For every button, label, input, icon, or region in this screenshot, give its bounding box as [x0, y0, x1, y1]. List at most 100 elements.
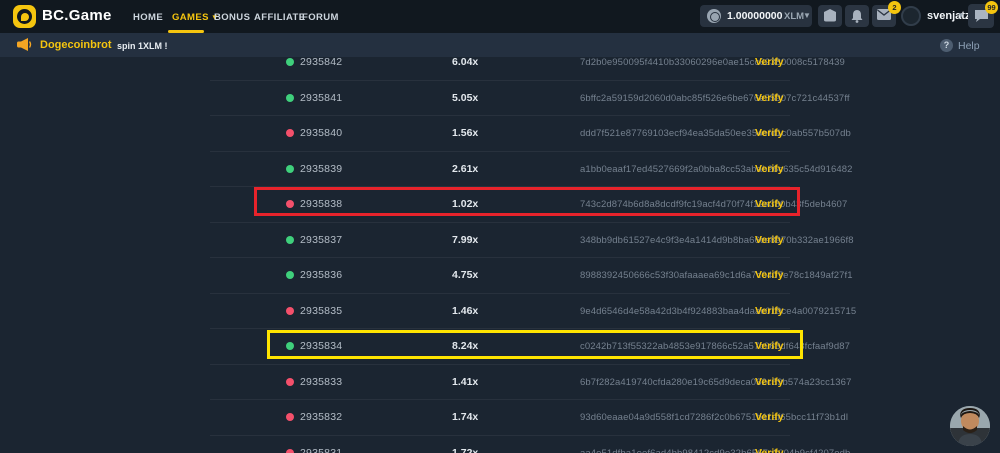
table-row: 2935832 1.74x 93d60eaae04a9d558f1cd7286f…: [0, 399, 1000, 435]
bet-id: 2935838: [300, 198, 342, 210]
row-divider: [210, 115, 790, 116]
coin-icon: [707, 9, 721, 23]
bet-id: 2935840: [300, 127, 342, 139]
bet-multiplier: 2.61x: [452, 163, 478, 175]
result-dot-icon: [286, 342, 294, 350]
bet-hash: 7d2b0e950095f4410b33060296e0ae15cc623800…: [580, 57, 845, 68]
verify-link[interactable]: Verify: [755, 56, 784, 68]
bet-hash: 743c2d874b6d8a8dcdf9fc19acf4d70f74f12a38…: [580, 199, 847, 210]
bet-id: 2935841: [300, 92, 342, 104]
bet-hash: ddd7f521e87769103ecf94ea35da50ee354efd1c…: [580, 128, 851, 139]
bcgame-logo-icon[interactable]: [13, 5, 36, 28]
nav-bonus[interactable]: BONUS: [214, 12, 250, 23]
bet-multiplier: 7.99x: [452, 234, 478, 246]
question-mark-icon: ?: [940, 39, 953, 52]
verify-link[interactable]: Verify: [755, 411, 784, 423]
row-divider: [210, 80, 790, 81]
bet-multiplier: 1.56x: [452, 127, 478, 139]
mail-badge: 2: [888, 1, 901, 14]
row-divider: [210, 222, 790, 223]
nav-forum[interactable]: FORUM: [302, 12, 339, 23]
verify-link[interactable]: Verify: [755, 234, 784, 246]
row-divider: [210, 328, 790, 329]
bet-multiplier: 6.04x: [452, 56, 478, 68]
bet-multiplier: 1.41x: [452, 376, 478, 388]
chevron-down-icon: ▼: [957, 11, 965, 20]
balance-amount: 1.00000000: [727, 10, 782, 22]
wallet-button[interactable]: [818, 5, 842, 27]
nav-home[interactable]: HOME: [133, 12, 163, 23]
verify-link[interactable]: Verify: [755, 447, 784, 453]
wallet-icon: [823, 9, 837, 22]
bell-icon: [850, 9, 864, 23]
verify-link[interactable]: Verify: [755, 92, 784, 104]
bet-multiplier: 5.05x: [452, 92, 478, 104]
table-row: 2935838 1.02x 743c2d874b6d8a8dcdf9fc19ac…: [0, 186, 1000, 222]
result-dot-icon: [286, 58, 294, 66]
bet-id: 2935839: [300, 163, 342, 175]
user-avatar[interactable]: [901, 6, 921, 26]
verify-link[interactable]: Verify: [755, 305, 784, 317]
verify-link[interactable]: Verify: [755, 198, 784, 210]
bet-id: 2935836: [300, 269, 342, 281]
bet-multiplier: 1.74x: [452, 411, 478, 423]
bet-id: 2935842: [300, 56, 342, 68]
result-dot-icon: [286, 94, 294, 102]
bet-multiplier: 1.72x: [452, 447, 478, 453]
table-row: 2935837 7.99x 348bb9db61527e4c9f3e4a1414…: [0, 222, 1000, 258]
table-row: 2935840 1.56x ddd7f521e87769103ecf94ea35…: [0, 115, 1000, 151]
verify-link[interactable]: Verify: [755, 376, 784, 388]
table-row: 2935841 5.05x 6bffc2a59159d2060d0abc85f5…: [0, 80, 1000, 116]
table-row: 2935831 1.72x aa4e51dfba1eef6ad4bb98412c…: [0, 435, 1000, 453]
announcement-bar: Dogecoinbrot spin 1XLM ! ? Help: [0, 33, 1000, 57]
bet-hash: c0242b713f55322ab4853e917866c52a57c963df…: [580, 341, 850, 352]
logo-pupil-shape: [21, 13, 29, 21]
result-dot-icon: [286, 413, 294, 421]
bet-id: 2935834: [300, 340, 342, 352]
result-dot-icon: [286, 378, 294, 386]
bet-hash: 93d60eaae04a9d558f1cd7286f2c0b6751b11af6…: [580, 412, 848, 423]
chevron-down-icon: ▼: [803, 11, 811, 20]
verify-link[interactable]: Verify: [755, 163, 784, 175]
table-row: 2935834 8.24x c0242b713f55322ab4853e9178…: [0, 328, 1000, 364]
person-photo: [950, 406, 990, 446]
result-dot-icon: [286, 271, 294, 279]
verify-link[interactable]: Verify: [755, 127, 784, 139]
table-row: 2935836 4.75x 8988392450666c53f30afaaaea…: [0, 257, 1000, 293]
brand-title[interactable]: BC.Game: [42, 7, 112, 24]
top-navbar: BC.Game HOME GAMES▼ BONUS AFFILIATE FORU…: [0, 0, 1000, 33]
table-row: 2935833 1.41x 6b7f282a419740cfda280e19c6…: [0, 364, 1000, 400]
row-divider: [210, 364, 790, 365]
balance-selector[interactable]: 1.00000000 XLM ▼: [700, 5, 812, 27]
bet-hash: 8988392450666c53f30afaaaea69c1d6a7c0407e…: [580, 270, 853, 281]
bet-multiplier: 1.02x: [452, 198, 478, 210]
bet-hash: 348bb9db61527e4c9f3e4a1414d9b8ba66ce8970…: [580, 235, 854, 246]
bet-multiplier: 1.46x: [452, 305, 478, 317]
megaphone-icon: [17, 38, 33, 52]
row-divider: [210, 257, 790, 258]
notifications-button[interactable]: [845, 5, 869, 27]
table-row: 2935839 2.61x a1bb0eaaf17ed4527669f2a0bb…: [0, 151, 1000, 187]
row-divider: [210, 435, 790, 436]
balance-currency: XLM: [784, 11, 804, 22]
result-dot-icon: [286, 129, 294, 137]
bet-multiplier: 4.75x: [452, 269, 478, 281]
row-divider: [210, 186, 790, 187]
result-dot-icon: [286, 165, 294, 173]
row-divider: [210, 399, 790, 400]
bet-hash: a1bb0eaaf17ed4527669f2a0bba8cc53abab26c6…: [580, 164, 853, 175]
verify-link[interactable]: Verify: [755, 269, 784, 281]
verify-link[interactable]: Verify: [755, 340, 784, 352]
nav-games[interactable]: GAMES▼: [172, 12, 219, 23]
announcement-link[interactable]: Dogecoinbrot: [40, 39, 112, 51]
bet-hash: 6b7f282a419740cfda280e19c65d9deca032c39b…: [580, 377, 851, 388]
help-label: Help: [958, 40, 980, 52]
row-divider: [210, 293, 790, 294]
profile-photo-avatar[interactable]: [950, 406, 990, 446]
chat-badge: 99: [985, 1, 998, 14]
nav-affiliate[interactable]: AFFILIATE: [254, 12, 305, 23]
announcement-text: spin 1XLM !: [117, 41, 168, 51]
table-row: 2935835 1.46x 9e4d6546d4e58a42d3b4f92488…: [0, 293, 1000, 329]
bet-id: 2935832: [300, 411, 342, 423]
bet-hash: 9e4d6546d4e58a42d3b4f924883baa4daac019ce…: [580, 306, 856, 317]
